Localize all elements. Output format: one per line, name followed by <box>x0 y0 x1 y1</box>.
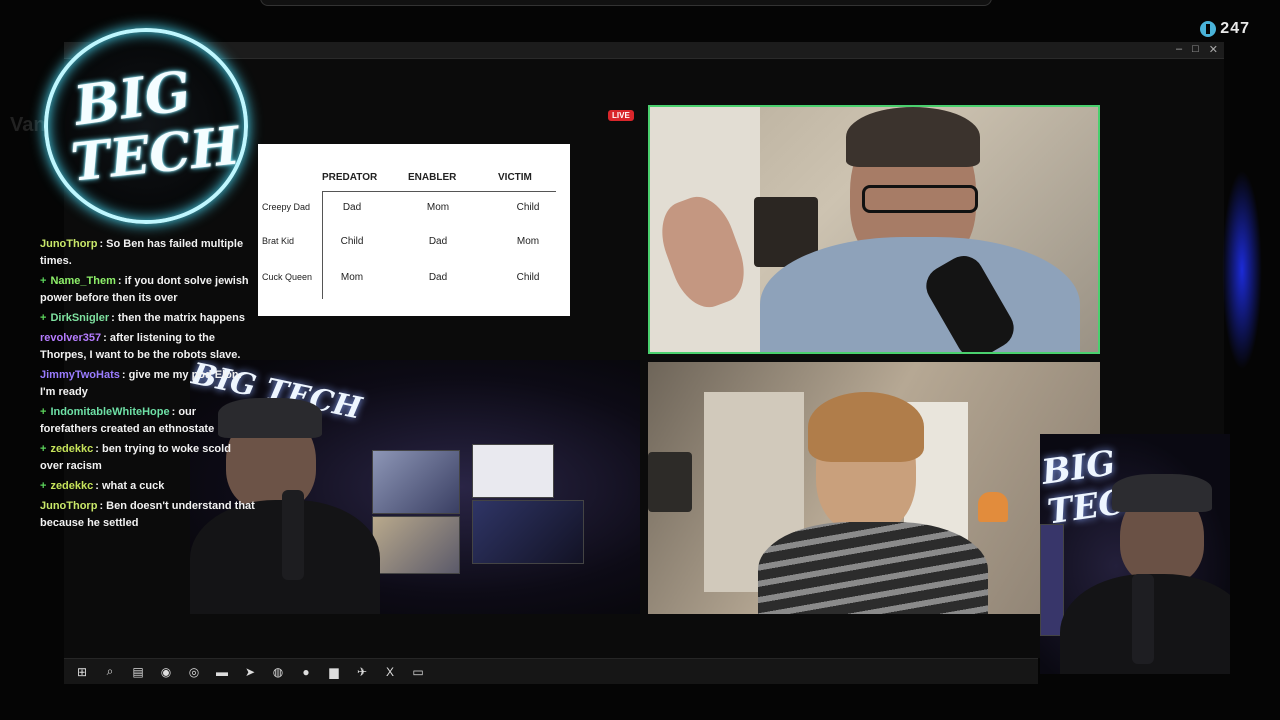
guest-2-sweater <box>758 522 988 614</box>
chat-text: : what a cuck <box>95 480 165 492</box>
viewer-count: 247 <box>1200 20 1250 38</box>
chat-badge-icon: + <box>40 480 47 492</box>
chat-username[interactable]: DirkSnigler <box>50 312 109 324</box>
chat-badge-icon: + <box>40 406 47 418</box>
studio-monitor-1 <box>372 450 460 514</box>
table-header: VICTIM <box>498 172 532 183</box>
table-cell: Child <box>340 236 364 247</box>
browser-icon[interactable]: ◎ <box>186 664 202 680</box>
chat-message: JimmyTwoHats: give me my pod Elon. I'm r… <box>40 367 255 401</box>
host-right-microphone <box>1132 574 1154 664</box>
table-cell: Dad <box>428 272 448 283</box>
taskbar: ⊞ ⌕ ▤ ◉ ◎ ▬ ➤ ◍ ● ▆ ✈ X ▭ <box>64 658 1038 684</box>
chat-message: JunoThorp: So Ben has failed multiple ti… <box>40 236 255 270</box>
chat-message: + DirkSnigler: then the matrix happens <box>40 310 255 327</box>
guest-camera-1 <box>648 105 1100 354</box>
table-cell: Child <box>516 202 540 213</box>
chat-message: + Name_Them: if you dont solve jewish pow… <box>40 273 255 307</box>
windows-icon[interactable]: ⊞ <box>74 664 90 680</box>
table-cell: Dad <box>428 236 448 247</box>
slide-table: PREDATOR ENABLER VICTIM Creepy Dad Dad Mom Chi… <box>258 144 570 316</box>
lamp <box>978 492 1008 522</box>
chat-username[interactable]: JunoThorp <box>40 238 97 250</box>
table-row-label: Creepy Dad <box>262 202 311 212</box>
table-header: PREDATOR <box>322 172 378 183</box>
storage-bin <box>648 452 692 512</box>
chat-text: : then the matrix happens <box>111 312 245 324</box>
steam-icon[interactable]: ➤ <box>242 664 258 680</box>
big-tech-logo: BIG TECH <box>44 28 248 224</box>
address-bar <box>260 0 992 6</box>
table-cell: Mom <box>426 202 450 213</box>
task-view-icon[interactable]: ▤ <box>130 664 146 680</box>
glasses <box>862 185 978 213</box>
studio-monitor-4 <box>472 500 584 564</box>
chat-username[interactable]: zedekkc <box>50 480 93 492</box>
studio-monitor-2 <box>472 444 554 498</box>
terminal-icon[interactable]: ▭ <box>410 664 426 680</box>
chat-overlay: JunoThorp: So Ben has failed multiple ti… <box>40 236 255 535</box>
window-titlebar <box>64 42 1224 59</box>
chat-username[interactable]: IndomitableWhiteHope <box>50 406 169 418</box>
chat-badge-icon: + <box>40 443 47 455</box>
host-right-cap <box>1112 474 1212 512</box>
minimize-button[interactable]: – <box>1176 43 1182 56</box>
chat-username[interactable]: revolver357 <box>40 332 101 344</box>
app-icon[interactable]: ◉ <box>158 664 174 680</box>
guest-1-shirt <box>760 237 1080 352</box>
folder-icon[interactable]: ▬ <box>214 664 230 680</box>
maximize-button[interactable]: □ <box>1192 43 1199 56</box>
studio-monitor-3 <box>372 516 460 574</box>
chat-message: JunoThorp: Ben doesn't understand that b… <box>40 498 255 532</box>
table-cell: Child <box>516 272 540 283</box>
guest-1-hair <box>846 107 980 167</box>
search-icon[interactable]: ⌕ <box>102 664 118 680</box>
chat-message: + zedekkc: what a cuck <box>40 478 255 495</box>
chat-username[interactable]: JunoThorp <box>40 500 97 512</box>
table-cell: Dad <box>342 202 362 213</box>
chat-message: + IndomitableWhiteHope: our forefathers c… <box>40 404 255 438</box>
obs-icon[interactable]: ● <box>298 664 314 680</box>
guest-camera-2 <box>648 362 1100 614</box>
chat-message: + zedekkc: ben trying to woke scold over … <box>40 441 255 475</box>
table-horizontal-rule <box>322 191 556 192</box>
table-header: ENABLER <box>408 172 457 183</box>
chat-badge-icon: + <box>40 312 47 324</box>
chat-username[interactable]: JimmyTwoHats <box>40 369 120 381</box>
table-row-label: Brat Kid <box>262 236 295 246</box>
viewer-count-value: 247 <box>1220 20 1250 37</box>
viewers-icon <box>1200 21 1217 37</box>
table-cell: Mom <box>516 236 540 247</box>
logo-line-2: TECH <box>67 115 243 194</box>
guest-2-hair <box>808 392 924 462</box>
side-monitor <box>1040 524 1064 636</box>
chrome-icon[interactable]: ◍ <box>270 664 286 680</box>
host-camera-right: BIG TECH <box>1040 434 1230 674</box>
microphone <box>282 490 304 580</box>
telegram-icon[interactable]: ✈ <box>354 664 370 680</box>
chat-username[interactable]: Name_Them <box>50 275 115 287</box>
x-icon[interactable]: X <box>382 664 398 680</box>
table-row-label: Cuck Queen <box>262 272 313 282</box>
chat-message: revolver357: after listening to the Thor… <box>40 330 255 364</box>
blue-light-glow <box>1222 170 1262 370</box>
studio-camera: BIG TECH <box>190 360 640 614</box>
chat-badge-icon: + <box>40 275 47 287</box>
app-red-icon[interactable]: ▆ <box>326 664 342 680</box>
table-cell: Mom <box>340 272 364 283</box>
window-controls: – □ ✕ <box>1176 43 1218 56</box>
live-badge: LIVE <box>608 110 634 121</box>
close-button[interactable]: ✕ <box>1209 43 1218 56</box>
chat-username[interactable]: zedekkc <box>50 443 93 455</box>
